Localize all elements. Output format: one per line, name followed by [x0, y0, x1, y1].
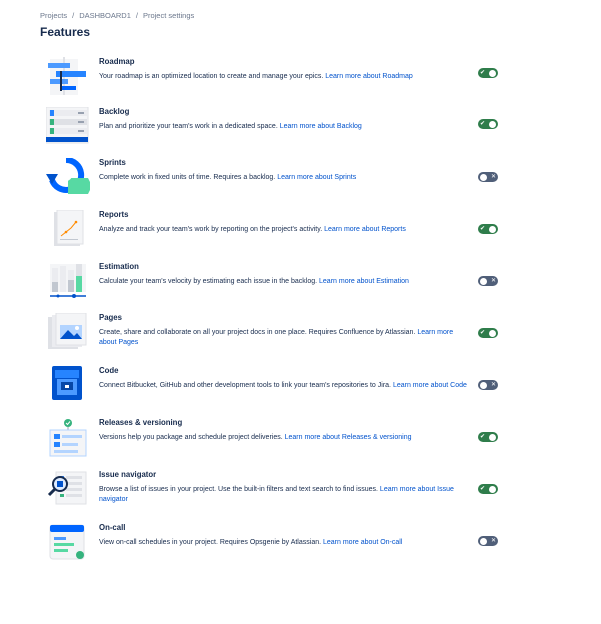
on-call-toggle[interactable]: ✕	[478, 536, 498, 546]
on-call-icon	[49, 524, 85, 560]
roadmap-toggle[interactable]: ✔	[478, 68, 498, 78]
code-icon	[52, 366, 82, 400]
learn-more-link[interactable]: Learn more about Sprints	[277, 174, 356, 181]
feature-sprints: Sprints Complete work in fixed units of …	[46, 158, 506, 198]
reports-toggle[interactable]: ✔	[478, 224, 498, 234]
feature-on-call: On-call View on-call schedules in your p…	[46, 523, 506, 563]
feature-description: Plan and prioritize your team's work in …	[99, 123, 362, 130]
learn-more-link[interactable]: Learn more about Code	[393, 382, 467, 389]
pages-icon	[48, 313, 87, 349]
feature-name: Estimation	[99, 262, 139, 271]
feature-name: Issue navigator	[99, 470, 157, 479]
issue-navigator-icon	[47, 471, 87, 505]
issue-navigator-toggle[interactable]: ✔	[478, 484, 498, 494]
feature-description: Your roadmap is an optimized location to…	[99, 73, 413, 80]
learn-more-link[interactable]: Learn more about Reports	[324, 226, 406, 233]
feature-issue-navigator: Issue navigator Browse a list of issues …	[46, 470, 506, 510]
feature-description: Calculate your team's velocity by estima…	[99, 278, 409, 285]
feature-estimation: Estimation Calculate your team's velocit…	[46, 262, 506, 302]
breadcrumb-project[interactable]: DASHBOARD1	[79, 11, 131, 20]
feature-name: Sprints	[99, 158, 126, 167]
feature-releases-versioning: Releases & versioning Versions help you …	[46, 418, 506, 458]
breadcrumb-separator: /	[135, 11, 138, 20]
learn-more-link[interactable]: Learn more about Releases & versioning	[285, 434, 412, 441]
learn-more-link[interactable]: Learn more about Backlog	[280, 123, 362, 130]
feature-description: Versions help you package and schedule p…	[99, 434, 412, 441]
learn-more-link[interactable]: Learn more about Estimation	[319, 278, 409, 285]
feature-name: Code	[99, 366, 119, 375]
feature-reports: Reports Analyze and track your team's wo…	[46, 210, 506, 250]
feature-name: Backlog	[99, 107, 130, 116]
feature-code: Code Connect Bitbucket, GitHub and other…	[46, 366, 506, 406]
sprints-icon	[46, 158, 90, 194]
feature-pages: Pages Create, share and collaborate on a…	[46, 313, 506, 353]
estimation-icon	[50, 264, 86, 298]
feature-description: View on-call schedules in your project. …	[99, 539, 403, 546]
sprints-toggle[interactable]: ✕	[478, 172, 498, 182]
releases-toggle[interactable]: ✔	[478, 432, 498, 442]
feature-name: Reports	[99, 210, 129, 219]
code-toggle[interactable]: ✕	[478, 380, 498, 390]
learn-more-link[interactable]: Learn more about On-call	[323, 539, 402, 546]
backlog-icon	[46, 107, 89, 144]
feature-name: Roadmap	[99, 57, 135, 66]
feature-backlog: Backlog Plan and prioritize your team's …	[46, 107, 506, 147]
backlog-toggle[interactable]: ✔	[478, 119, 498, 129]
pages-toggle[interactable]: ✔	[478, 328, 498, 338]
feature-roadmap: Roadmap Your roadmap is an optimized loc…	[46, 57, 506, 97]
reports-icon	[54, 210, 84, 246]
feature-description: Analyze and track your team's work by re…	[99, 226, 406, 233]
feature-description: Connect Bitbucket, GitHub and other deve…	[99, 382, 467, 389]
breadcrumb-projects[interactable]: Projects	[40, 11, 67, 20]
feature-name: On-call	[99, 523, 126, 532]
breadcrumb-project-settings[interactable]: Project settings	[143, 11, 194, 20]
releases-icon	[49, 419, 87, 457]
estimation-toggle[interactable]: ✕	[478, 276, 498, 286]
breadcrumb: Projects / DASHBOARD1 / Project settings	[40, 11, 194, 20]
page-title: Features	[40, 25, 91, 39]
roadmap-icon	[48, 57, 86, 95]
learn-more-link[interactable]: Learn more about Roadmap	[325, 73, 413, 80]
feature-description: Browse a list of issues in your project.…	[99, 486, 454, 503]
breadcrumb-separator: /	[72, 11, 75, 20]
feature-name: Pages	[99, 313, 122, 322]
feature-description: Complete work in fixed units of time. Re…	[99, 174, 357, 181]
feature-name: Releases & versioning	[99, 418, 183, 427]
feature-description: Create, share and collaborate on all you…	[99, 329, 454, 346]
